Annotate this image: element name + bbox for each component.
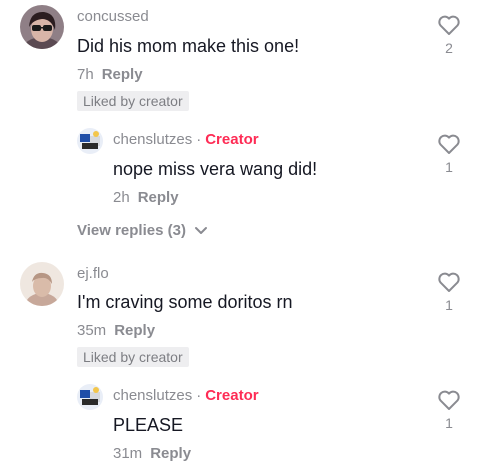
heart-outline-icon <box>438 390 460 410</box>
reply-username[interactable]: chenslutzes <box>113 387 192 404</box>
creator-label: Creator <box>205 131 259 148</box>
like-button[interactable]: 1 <box>436 271 462 313</box>
comment-meta: 35m Reply <box>77 322 155 339</box>
comment-meta: 7h Reply <box>77 66 143 83</box>
reply-text: nope miss vera wang did! <box>113 159 318 179</box>
view-replies-button[interactable]: View replies (3) <box>77 222 208 239</box>
reply-text: PLEASE <box>113 415 184 435</box>
like-count: 2 <box>445 40 453 56</box>
creator-label: Creator <box>205 387 259 404</box>
comment-username[interactable]: concussed <box>77 8 149 25</box>
like-count: 1 <box>445 415 453 431</box>
comment-text: I'm craving some doritos rn <box>77 292 293 312</box>
liked-by-creator-badge: Liked by creator <box>77 91 189 111</box>
reply-button[interactable]: Reply <box>102 66 143 83</box>
heart-outline-icon <box>438 134 460 154</box>
avatar-chenslutzes[interactable] <box>77 128 103 154</box>
comment-time: 35m <box>77 322 107 339</box>
reply-time: 31m <box>113 445 143 462</box>
reply-meta: 2h Reply <box>113 189 179 206</box>
liked-by-creator-badge: Liked by creator <box>77 347 189 367</box>
reply-button[interactable]: Reply <box>150 445 191 462</box>
avatar-ej-flo[interactable] <box>20 262 64 306</box>
avatar-chenslutzes[interactable] <box>77 384 103 410</box>
separator-dot: · <box>196 387 202 404</box>
reply-time: 2h <box>113 189 130 206</box>
comment-username[interactable]: ej.flo <box>77 265 109 282</box>
reply-button[interactable]: Reply <box>114 322 155 339</box>
reply-username[interactable]: chenslutzes <box>113 131 192 148</box>
reply-author-line: chenslutzes · Creator <box>113 131 259 148</box>
reply-like-button[interactable]: 1 <box>436 389 462 431</box>
reply-author-line: chenslutzes · Creator <box>113 387 259 404</box>
avatar-concussed[interactable] <box>20 5 64 49</box>
view-replies-label: View replies (3) <box>77 222 186 239</box>
heart-outline-icon <box>438 272 460 292</box>
heart-outline-icon <box>438 15 460 35</box>
comment-time: 7h <box>77 66 94 83</box>
like-count: 1 <box>445 297 453 313</box>
comment-text: Did his mom make this one! <box>77 36 300 56</box>
like-count: 1 <box>445 159 453 175</box>
reply-button[interactable]: Reply <box>138 189 179 206</box>
separator-dot: · <box>196 131 202 148</box>
reply-like-button[interactable]: 1 <box>436 133 462 175</box>
chevron-down-icon <box>195 227 208 235</box>
reply-meta: 31m Reply <box>113 445 191 462</box>
like-button[interactable]: 2 <box>436 14 462 56</box>
